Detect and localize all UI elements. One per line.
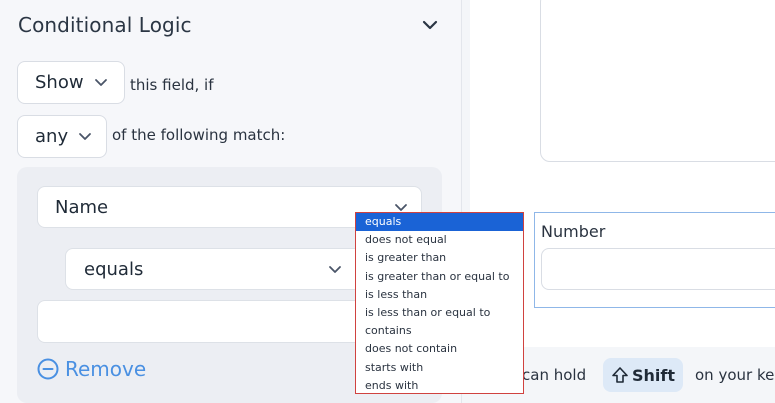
dropdown-option[interactable]: is greater than xyxy=(356,249,523,267)
rule-field-value: Name xyxy=(55,197,109,218)
number-field-input[interactable] xyxy=(541,248,775,290)
chevron-down-icon xyxy=(79,132,91,140)
shift-key-label: Shift xyxy=(631,365,675,385)
section-title: Conditional Logic xyxy=(18,13,192,37)
match-suffix-text: of the following match: xyxy=(112,126,286,144)
dropdown-option[interactable]: contains xyxy=(356,322,523,340)
match-select[interactable]: any xyxy=(17,115,107,158)
dropdown-option[interactable]: equals xyxy=(356,213,523,232)
chevron-down-icon[interactable] xyxy=(420,18,440,34)
shift-key-badge: Shift xyxy=(603,358,683,392)
operator-dropdown-list: equals does not equal is greater than is… xyxy=(355,212,524,394)
dropdown-option[interactable]: does not equal xyxy=(356,231,523,249)
remove-rule-label: Remove xyxy=(65,357,147,381)
action-select[interactable]: Show xyxy=(17,61,125,104)
preview-textarea[interactable] xyxy=(540,0,775,162)
action-select-value: Show xyxy=(35,72,84,93)
shift-arrow-icon xyxy=(612,367,628,383)
minus-circle-icon xyxy=(37,358,59,380)
rule-value-input[interactable] xyxy=(37,300,362,343)
rule-operator-value: equals xyxy=(84,259,144,280)
dropdown-option[interactable]: ends with xyxy=(356,377,523,395)
dropdown-option[interactable]: is greater than or equal to xyxy=(356,268,523,286)
dropdown-option[interactable]: is less than xyxy=(356,286,523,304)
remove-rule-button[interactable]: Remove xyxy=(37,357,146,381)
rule-operator-select[interactable]: equals xyxy=(65,248,362,290)
chevron-down-icon xyxy=(94,78,107,86)
hint-text-prefix: can hold xyxy=(522,366,587,384)
dropdown-option[interactable]: starts with xyxy=(356,359,523,377)
chevron-down-icon xyxy=(329,266,341,273)
match-select-value: any xyxy=(35,126,69,147)
number-field-label: Number xyxy=(541,222,606,241)
dropdown-option[interactable]: does not contain xyxy=(356,340,523,358)
dropdown-option[interactable]: is less than or equal to xyxy=(356,304,523,322)
hint-text-suffix: on your ke xyxy=(695,366,775,384)
action-suffix-text: this field, if xyxy=(130,76,214,94)
